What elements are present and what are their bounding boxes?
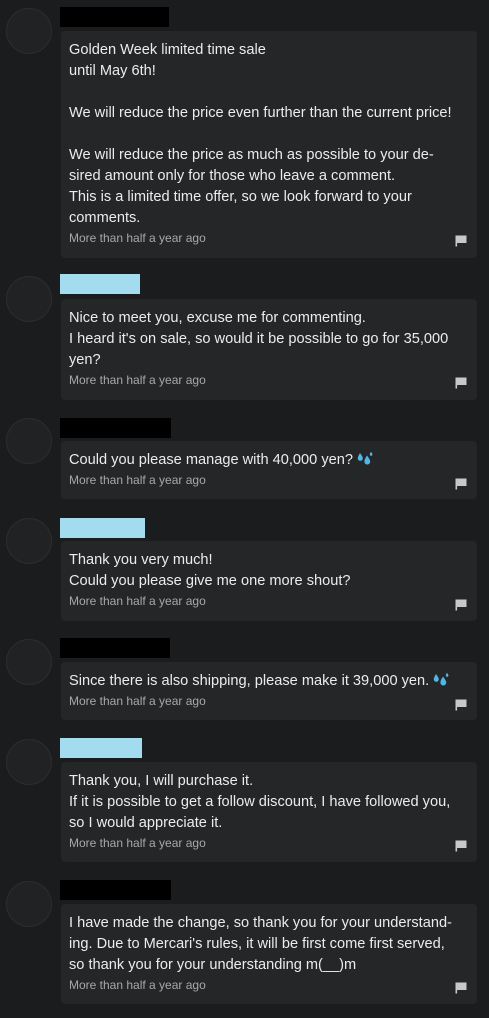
comment-text: Could you please manage with 40,000 yen? bbox=[69, 450, 469, 471]
comment-timestamp: More than half a year ago bbox=[69, 373, 206, 387]
comment-timestamp: More than half a year ago bbox=[69, 694, 206, 708]
flag-icon[interactable] bbox=[455, 982, 467, 994]
comment-timestamp: More than half a year ago bbox=[69, 231, 206, 245]
comment-text: Nice to meet you, excuse me for commenti… bbox=[69, 310, 449, 368]
comment-bubble: Thank you very much! Could you please gi… bbox=[61, 541, 477, 621]
comment-text-content: Since there is also shipping, please mak… bbox=[69, 673, 430, 689]
redacted-username[interactable] bbox=[60, 738, 142, 758]
avatar[interactable] bbox=[6, 881, 52, 927]
flag-icon[interactable] bbox=[455, 599, 467, 611]
avatar[interactable] bbox=[6, 276, 52, 322]
comment-bubble: Golden Week limited time sale until May … bbox=[61, 31, 477, 258]
comment-text: Golden Week limited time sale until May … bbox=[69, 42, 452, 226]
sweat-drops-icon bbox=[357, 451, 373, 465]
redacted-username[interactable] bbox=[60, 638, 170, 658]
comment-timestamp: More than half a year ago bbox=[69, 978, 206, 992]
comment-text: Since there is also shipping, please mak… bbox=[69, 671, 469, 692]
sweat-drops-icon bbox=[434, 672, 449, 686]
comment-text: I have made the change, so thank you for… bbox=[69, 915, 452, 973]
avatar[interactable] bbox=[6, 418, 52, 464]
flag-icon[interactable] bbox=[455, 840, 467, 852]
comment-text: Thank you, I will purchase it. If it is … bbox=[69, 773, 451, 831]
avatar[interactable] bbox=[6, 518, 52, 564]
comment-timestamp: More than half a year ago bbox=[69, 836, 206, 850]
comment-bubble: Thank you, I will purchase it. If it is … bbox=[61, 762, 477, 862]
comment-bubble: Since there is also shipping, please mak… bbox=[61, 662, 477, 720]
flag-icon[interactable] bbox=[455, 699, 467, 711]
comment-bubble: I have made the change, so thank you for… bbox=[61, 904, 477, 1004]
flag-icon[interactable] bbox=[455, 478, 467, 490]
flag-icon[interactable] bbox=[455, 235, 467, 247]
comment-timestamp: More than half a year ago bbox=[69, 594, 206, 608]
comment-timestamp: More than half a year ago bbox=[69, 473, 206, 487]
comment-bubble: Could you please manage with 40,000 yen?… bbox=[61, 441, 477, 499]
redacted-username[interactable] bbox=[60, 418, 171, 438]
redacted-username[interactable] bbox=[60, 274, 140, 294]
avatar[interactable] bbox=[6, 8, 52, 54]
redacted-username[interactable] bbox=[60, 7, 169, 27]
avatar[interactable] bbox=[6, 639, 52, 685]
comment-bubble: Nice to meet you, excuse me for commenti… bbox=[61, 299, 477, 400]
redacted-username[interactable] bbox=[60, 518, 145, 538]
flag-icon[interactable] bbox=[455, 377, 467, 389]
redacted-username[interactable] bbox=[60, 880, 171, 900]
avatar[interactable] bbox=[6, 739, 52, 785]
comment-text-content: Could you please manage with 40,000 yen? bbox=[69, 452, 353, 468]
comment-text: Thank you very much! Could you please gi… bbox=[69, 552, 351, 589]
